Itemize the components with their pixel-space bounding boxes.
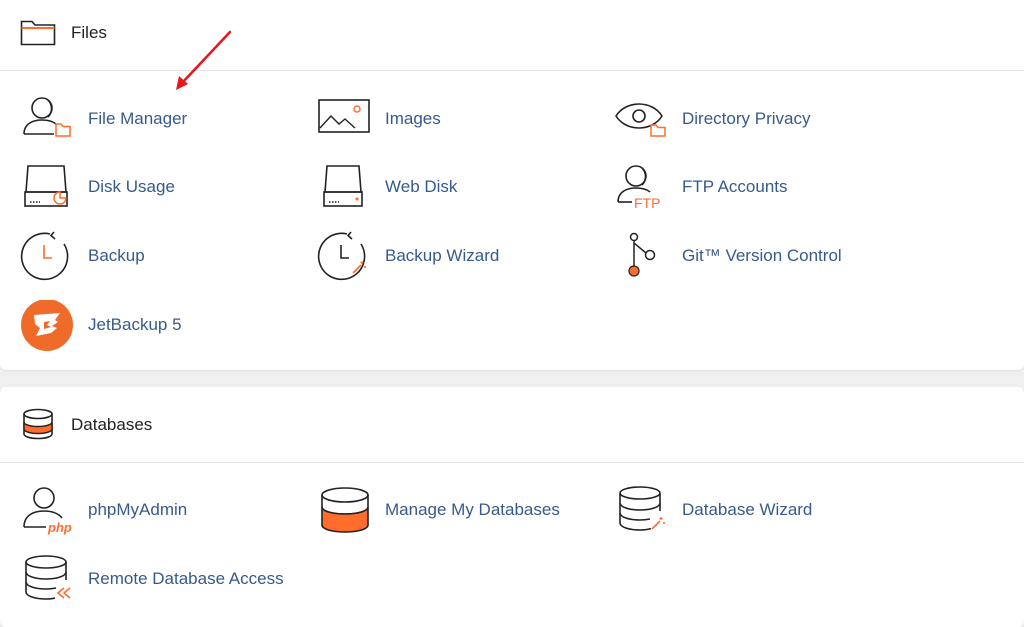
phpmyadmin-label: phpMyAdmin bbox=[88, 500, 188, 519]
backup-icon bbox=[20, 231, 69, 281]
remote-database-access-label: Remote Database Access bbox=[88, 569, 284, 588]
backup-link[interactable]: Backup bbox=[20, 227, 300, 285]
git-version-control-label: Git™ Version Control bbox=[682, 246, 842, 265]
manage-databases-link[interactable]: Manage My Databases bbox=[317, 481, 597, 539]
phpmyadmin-icon: php bbox=[23, 487, 72, 535]
databases-panel: Databases php phpMyAdmin Manage My Datab… bbox=[0, 387, 1024, 627]
directory-privacy-label: Directory Privacy bbox=[682, 109, 811, 128]
git-version-control-link[interactable]: Git™ Version Control bbox=[614, 227, 894, 285]
jetbackup-link[interactable]: JetBackup 5 bbox=[20, 296, 300, 354]
web-disk-link[interactable]: Web Disk bbox=[317, 158, 597, 216]
database-wizard-icon bbox=[619, 486, 665, 531]
php-icon-text: php bbox=[47, 520, 72, 535]
disk-usage-label: Disk Usage bbox=[88, 177, 175, 196]
files-section-title: Files bbox=[71, 23, 107, 42]
backup-wizard-label: Backup Wizard bbox=[385, 246, 500, 265]
file-manager-icon bbox=[23, 97, 71, 137]
ftp-accounts-label: FTP Accounts bbox=[682, 177, 788, 196]
images-icon bbox=[318, 99, 370, 133]
folder-icon bbox=[20, 20, 56, 46]
web-disk-label: Web Disk bbox=[385, 177, 458, 196]
database-wizard-label: Database Wizard bbox=[682, 500, 813, 519]
databases-section-header[interactable]: Databases bbox=[0, 387, 1024, 463]
phpmyadmin-link[interactable]: php phpMyAdmin bbox=[20, 481, 300, 539]
directory-privacy-link[interactable]: Directory Privacy bbox=[614, 90, 894, 148]
images-label: Images bbox=[385, 109, 441, 128]
manage-databases-icon bbox=[321, 487, 369, 533]
remote-database-access-icon bbox=[25, 555, 71, 600]
file-manager-label: File Manager bbox=[88, 109, 188, 128]
files-panel: Files File Manager Images Directory Priv… bbox=[0, 0, 1024, 370]
git-version-control-icon bbox=[628, 232, 656, 277]
backup-label: Backup bbox=[88, 246, 145, 265]
disk-usage-icon bbox=[24, 165, 68, 207]
images-link[interactable]: Images bbox=[317, 90, 597, 148]
files-section-header[interactable]: Files bbox=[0, 0, 1024, 71]
backup-wizard-link[interactable]: Backup Wizard bbox=[317, 227, 597, 285]
backup-wizard-icon bbox=[317, 231, 366, 281]
ftp-icon-text: FTP bbox=[634, 195, 660, 211]
ftp-accounts-icon: FTP bbox=[617, 165, 660, 211]
database-wizard-link[interactable]: Database Wizard bbox=[614, 481, 894, 539]
databases-section-title: Databases bbox=[71, 415, 153, 434]
red-arrow-annotation bbox=[176, 30, 232, 90]
disk-usage-link[interactable]: Disk Usage bbox=[20, 158, 300, 216]
jetbackup-icon bbox=[21, 300, 73, 351]
manage-databases-label: Manage My Databases bbox=[385, 500, 560, 519]
jetbackup-label: JetBackup 5 bbox=[88, 315, 182, 334]
ftp-accounts-link[interactable]: FTP FTP Accounts bbox=[614, 158, 894, 216]
database-icon bbox=[23, 408, 53, 440]
web-disk-icon bbox=[323, 165, 363, 207]
remote-database-access-link[interactable]: Remote Database Access bbox=[20, 550, 300, 608]
directory-privacy-icon bbox=[615, 103, 666, 137]
file-manager-link[interactable]: File Manager bbox=[20, 90, 300, 148]
